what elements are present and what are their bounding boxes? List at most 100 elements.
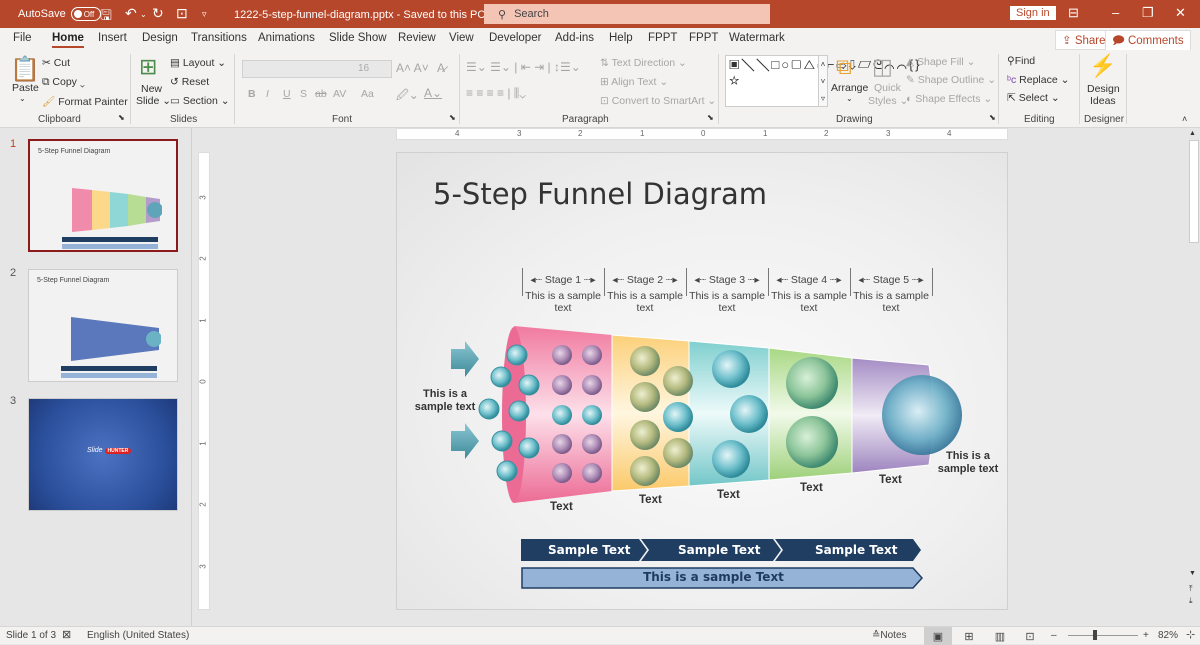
design-ideas-icon[interactable]: ⚡ — [1089, 53, 1116, 79]
slide-sorter-button[interactable]: ⊞ — [955, 627, 983, 645]
zoom-slider-handle[interactable] — [1093, 630, 1097, 640]
quick-styles-icon[interactable]: ◫ — [872, 54, 893, 80]
bullets-icon[interactable]: ☰⌄ ☰⌄ | ⇤ ⇥ | ↕☰⌄ — [466, 60, 581, 74]
design-ideas-label-2[interactable]: Ideas — [1090, 95, 1116, 107]
dialog-launcher-icon[interactable]: ⬊ — [989, 113, 996, 122]
scroll-up-icon[interactable]: ▲ — [1189, 130, 1196, 137]
tab-add-ins[interactable]: Add-ins — [555, 32, 594, 44]
change-case-button[interactable]: Aa — [361, 88, 374, 100]
customize-qat-icon[interactable]: ▿ — [202, 9, 207, 20]
sign-in-button[interactable]: Sign in — [1010, 6, 1056, 20]
section-button[interactable]: ▭ Section ⌄ — [170, 95, 230, 107]
italic-button[interactable]: I — [266, 88, 269, 100]
tab-file[interactable]: File — [13, 32, 32, 44]
shape-effects-button[interactable]: ◐ Shape Effects ⌄ — [906, 93, 992, 105]
segment-label[interactable]: Text — [550, 501, 573, 513]
strikethrough-button[interactable]: ab — [315, 88, 327, 100]
tab-home[interactable]: Home — [52, 32, 84, 48]
dialog-launcher-icon[interactable]: ⬊ — [449, 113, 456, 122]
quick-styles-button[interactable]: Styles ⌄ — [868, 95, 908, 107]
zoom-out-icon[interactable]: – — [1051, 630, 1057, 641]
new-slide-label-1[interactable]: New — [141, 83, 162, 95]
sample-bar-text[interactable]: This is a sample Text — [521, 570, 906, 584]
dialog-launcher-icon[interactable]: ⬊ — [118, 113, 125, 122]
tab-design[interactable]: Design — [142, 32, 178, 44]
shape-fill-button[interactable]: ◭ Shape Fill ⌄ — [906, 56, 975, 68]
tab-slide-show[interactable]: Slide Show — [329, 32, 387, 44]
search-box[interactable]: ⚲ Search — [484, 4, 770, 24]
segment-label[interactable]: Text — [639, 494, 662, 506]
paste-dropdown-icon[interactable]: ⌄ — [19, 94, 26, 103]
restore-icon[interactable]: ❐ — [1142, 5, 1154, 21]
new-slide-icon[interactable]: ⊞ — [139, 54, 157, 80]
accessibility-icon[interactable]: ⊠ — [62, 628, 71, 641]
tab-review[interactable]: Review — [398, 32, 436, 44]
align-text-button[interactable]: ⊞ Align Text ⌄ — [600, 76, 668, 88]
align-icons[interactable]: ≡ ≡ ≡ ≡ | ⫼⌄ — [466, 86, 526, 101]
slide-thumbnail-2[interactable]: 5-Step Funnel Diagram — [28, 269, 178, 382]
chevron-label[interactable]: Sample Text — [815, 543, 897, 557]
copy-button[interactable]: ⧉ Copy ⌄ — [42, 76, 85, 89]
previous-slide-icon[interactable]: ⤒ — [1189, 584, 1193, 594]
output-text[interactable]: This is a sample text — [932, 450, 1004, 476]
chevron-label[interactable]: Sample Text — [678, 543, 760, 557]
share-button[interactable]: ⇪ Share — [1055, 30, 1113, 50]
segment-label[interactable]: Text — [879, 474, 902, 486]
tab-insert[interactable]: Insert — [98, 32, 127, 44]
cut-button[interactable]: ✂ Cut — [42, 57, 70, 69]
ribbon-display-icon[interactable]: ⊟ — [1068, 5, 1079, 21]
present-icon[interactable]: ⊡ — [176, 5, 188, 22]
slide-thumbnail-1[interactable]: 5-Step Funnel Diagram — [28, 139, 178, 252]
autosave-toggle[interactable]: Off — [70, 7, 101, 21]
find-button[interactable]: ⚲Find — [1007, 55, 1035, 67]
tab-help[interactable]: Help — [609, 32, 633, 44]
minimize-icon[interactable]: – — [1112, 5, 1119, 20]
font-name-input[interactable] — [242, 60, 392, 78]
grow-font-icon[interactable]: A˄ A˅ — [396, 61, 429, 75]
arrange-icon[interactable]: ⧉ — [836, 54, 852, 80]
scroll-down-icon[interactable]: ▼ — [1189, 570, 1196, 577]
tab-fppt-1[interactable]: FPPT — [648, 32, 677, 44]
zoom-level[interactable]: 82% — [1158, 630, 1178, 641]
tab-animations[interactable]: Animations — [258, 32, 315, 44]
shapes-scroll[interactable]: ˄ ˅ ▿ — [818, 55, 828, 107]
undo-dropdown-icon[interactable]: ⌄ — [140, 10, 147, 19]
scrollbar-thumb[interactable] — [1189, 140, 1199, 243]
language-indicator[interactable]: English (United States) — [87, 630, 189, 641]
redo-icon[interactable]: ↻ — [152, 5, 164, 22]
bold-button[interactable]: B — [248, 88, 256, 100]
replace-button[interactable]: ᵇc Replace ⌄ — [1007, 74, 1069, 86]
slide-thumbnail-3[interactable]: Slide HUNTER — [28, 398, 178, 511]
text-direction-button[interactable]: ⇅ Text Direction ⌄ — [600, 57, 687, 69]
arrange-dropdown-icon[interactable]: ⌄ — [846, 94, 853, 103]
input-text[interactable]: This is a sample text — [405, 388, 485, 414]
tab-watermark[interactable]: Watermark — [729, 32, 785, 44]
undo-icon[interactable]: ↶ — [125, 5, 137, 22]
fit-to-window-icon[interactable]: ⊹ — [1186, 628, 1195, 641]
convert-smartart-button[interactable]: ⊡ Convert to SmartArt ⌄ — [600, 95, 716, 107]
save-icon[interactable]: 🖫 — [100, 5, 112, 29]
next-slide-icon[interactable]: ⤓ — [1189, 596, 1193, 606]
collapse-ribbon-icon[interactable]: ˄ — [1182, 114, 1187, 124]
slideshow-button[interactable]: ⊡ — [1016, 627, 1044, 645]
new-slide-button[interactable]: Slide ⌄ — [136, 95, 171, 107]
shapes-gallery[interactable]: ▣╲╲□○▢△⌐⌐⇨⇩▱ᘓ⌒⌒{}☆ — [725, 55, 919, 107]
zoom-in-icon[interactable]: + — [1143, 630, 1149, 641]
quick-styles-label-1[interactable]: Quick — [874, 82, 901, 94]
shape-outline-button[interactable]: ✎ Shape Outline ⌄ — [906, 74, 996, 86]
notes-button[interactable]: ≙Notes — [872, 630, 907, 641]
font-size-input[interactable]: 16 — [358, 63, 369, 74]
close-icon[interactable]: ✕ — [1175, 5, 1186, 21]
normal-view-button[interactable]: ▣ — [924, 627, 952, 645]
reset-button[interactable]: ↺ Reset — [170, 76, 209, 88]
design-ideas-label-1[interactable]: Design — [1087, 83, 1120, 95]
tab-fppt-2[interactable]: FPPT — [689, 32, 718, 44]
segment-label[interactable]: Text — [717, 489, 740, 501]
autosave-control[interactable]: AutoSave Off — [18, 7, 101, 21]
paste-button[interactable]: Paste — [12, 82, 39, 94]
character-spacing-button[interactable]: AV — [333, 88, 346, 100]
document-title[interactable]: 1222-5-step-funnel-diagram.pptx - Saved … — [234, 8, 494, 21]
format-painter-button[interactable]: 🖌 Format Painter — [42, 95, 128, 108]
font-color-icon[interactable]: A⌄ — [424, 86, 442, 100]
arrange-button[interactable]: Arrange — [831, 82, 868, 94]
